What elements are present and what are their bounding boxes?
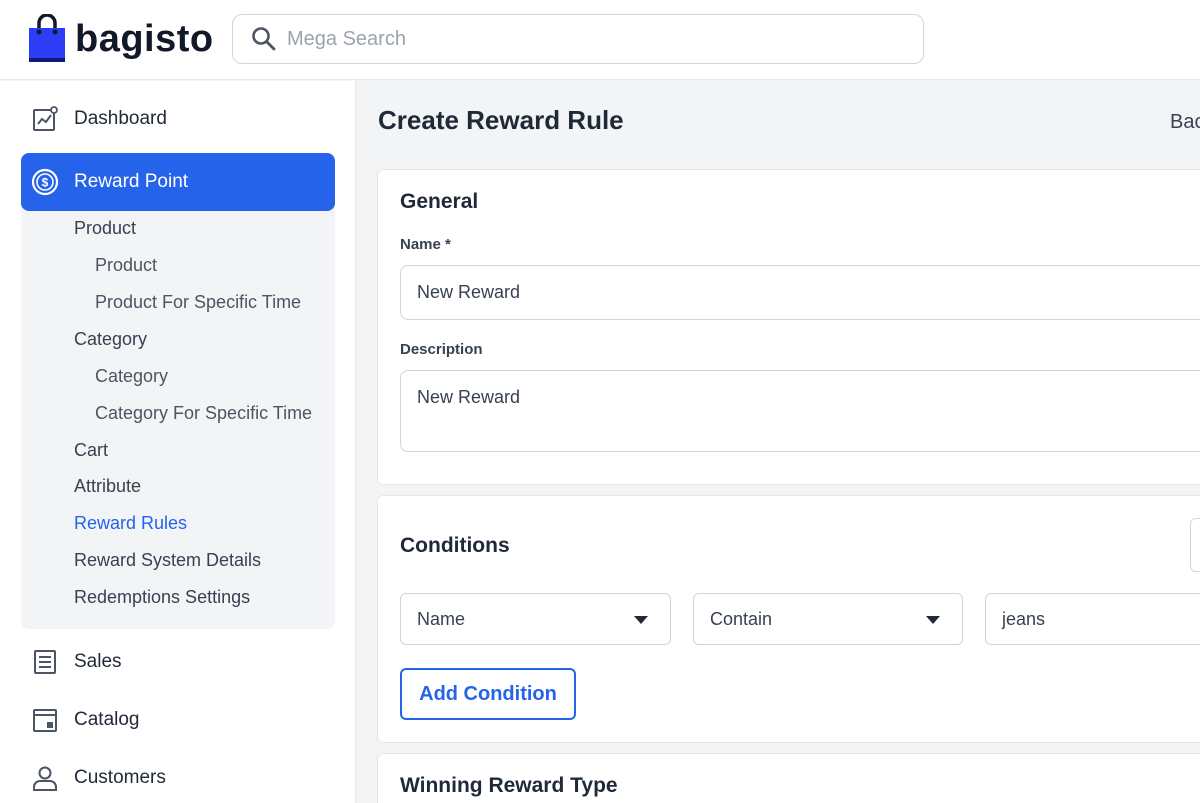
sidebar-item-dashboard[interactable]: Dashboard bbox=[0, 90, 356, 148]
sidebar-item-label: Reward Point bbox=[74, 171, 189, 192]
condition-operator-value: Contain bbox=[710, 608, 773, 629]
sidebar-item-label: Sales bbox=[74, 651, 122, 672]
svg-text:$: $ bbox=[42, 176, 49, 190]
sidebar-item-label: Customers bbox=[74, 767, 166, 788]
sidebar-item-label: Dashboard bbox=[74, 108, 167, 129]
top-header: bagisto bbox=[0, 0, 1200, 80]
winning-reward-type-title: Winning Reward Type bbox=[400, 774, 618, 797]
dollar-coin-icon: $ bbox=[31, 168, 59, 196]
submenu-reward-rules[interactable]: Reward Rules bbox=[74, 513, 187, 534]
condition-value-input[interactable]: jeans bbox=[985, 593, 1200, 645]
brand-name: bagisto bbox=[75, 18, 214, 60]
main-content: Create Reward Rule Bac General Name * Ne… bbox=[357, 81, 1200, 803]
submenu-cart[interactable]: Cart bbox=[74, 440, 108, 461]
condition-value-text: jeans bbox=[1002, 608, 1046, 629]
search-input[interactable] bbox=[287, 27, 887, 51]
submenu-category-specific-time[interactable]: Category For Specific Time bbox=[95, 403, 312, 424]
name-label: Name * bbox=[400, 236, 451, 253]
shopping-bag-icon bbox=[28, 13, 66, 64]
general-title: General bbox=[400, 190, 479, 213]
mega-search-box[interactable] bbox=[232, 14, 924, 64]
sidebar-item-sales[interactable]: Sales bbox=[0, 633, 356, 691]
submenu-redemptions-settings[interactable]: Redemptions Settings bbox=[74, 587, 250, 608]
submenu-product-group[interactable]: Product bbox=[74, 218, 136, 239]
catalog-icon bbox=[32, 707, 58, 733]
condition-attribute-value: Name bbox=[417, 608, 466, 629]
search-icon bbox=[251, 26, 277, 52]
description-textarea[interactable]: New Reward bbox=[400, 370, 1200, 452]
submenu-reward-system-details[interactable]: Reward System Details bbox=[74, 550, 261, 571]
sidebar-item-customers[interactable]: Customers bbox=[0, 749, 356, 803]
submenu-category-group[interactable]: Category bbox=[74, 329, 147, 350]
conditions-title: Conditions bbox=[400, 534, 510, 557]
condition-attribute-select[interactable]: Name bbox=[400, 593, 671, 645]
condition-type-select[interactable] bbox=[1190, 518, 1200, 572]
receipt-icon bbox=[32, 649, 58, 675]
submenu-category[interactable]: Category bbox=[95, 366, 168, 387]
chevron-down-icon bbox=[634, 616, 648, 624]
winning-reward-type-card: Winning Reward Type bbox=[377, 753, 1200, 803]
sidebar-item-reward-point[interactable]: $ Reward Point bbox=[21, 153, 335, 211]
chevron-down-icon bbox=[926, 616, 940, 624]
condition-operator-select[interactable]: Contain bbox=[693, 593, 963, 645]
page-title: Create Reward Rule bbox=[378, 105, 624, 135]
submenu-product-specific-time[interactable]: Product For Specific Time bbox=[95, 292, 301, 313]
dashboard-icon bbox=[32, 106, 58, 132]
general-card: General Name * New Reward Description Ne… bbox=[377, 169, 1200, 485]
submenu-attribute[interactable]: Attribute bbox=[74, 476, 141, 497]
description-label: Description bbox=[400, 341, 483, 358]
user-icon bbox=[32, 765, 58, 791]
back-button[interactable]: Bac bbox=[1170, 111, 1200, 134]
submenu-product[interactable]: Product bbox=[95, 255, 157, 276]
brand-logo[interactable]: bagisto bbox=[28, 13, 214, 64]
sidebar-item-label: Catalog bbox=[74, 709, 140, 730]
sidebar: Dashboard $ Reward Point Product Product… bbox=[0, 81, 356, 803]
sidebar-item-catalog[interactable]: Catalog bbox=[0, 691, 356, 749]
conditions-card: Conditions Name Contain jeans Add Condit… bbox=[377, 495, 1200, 743]
name-input[interactable]: New Reward bbox=[400, 265, 1200, 320]
add-condition-button[interactable]: Add Condition bbox=[400, 668, 576, 720]
